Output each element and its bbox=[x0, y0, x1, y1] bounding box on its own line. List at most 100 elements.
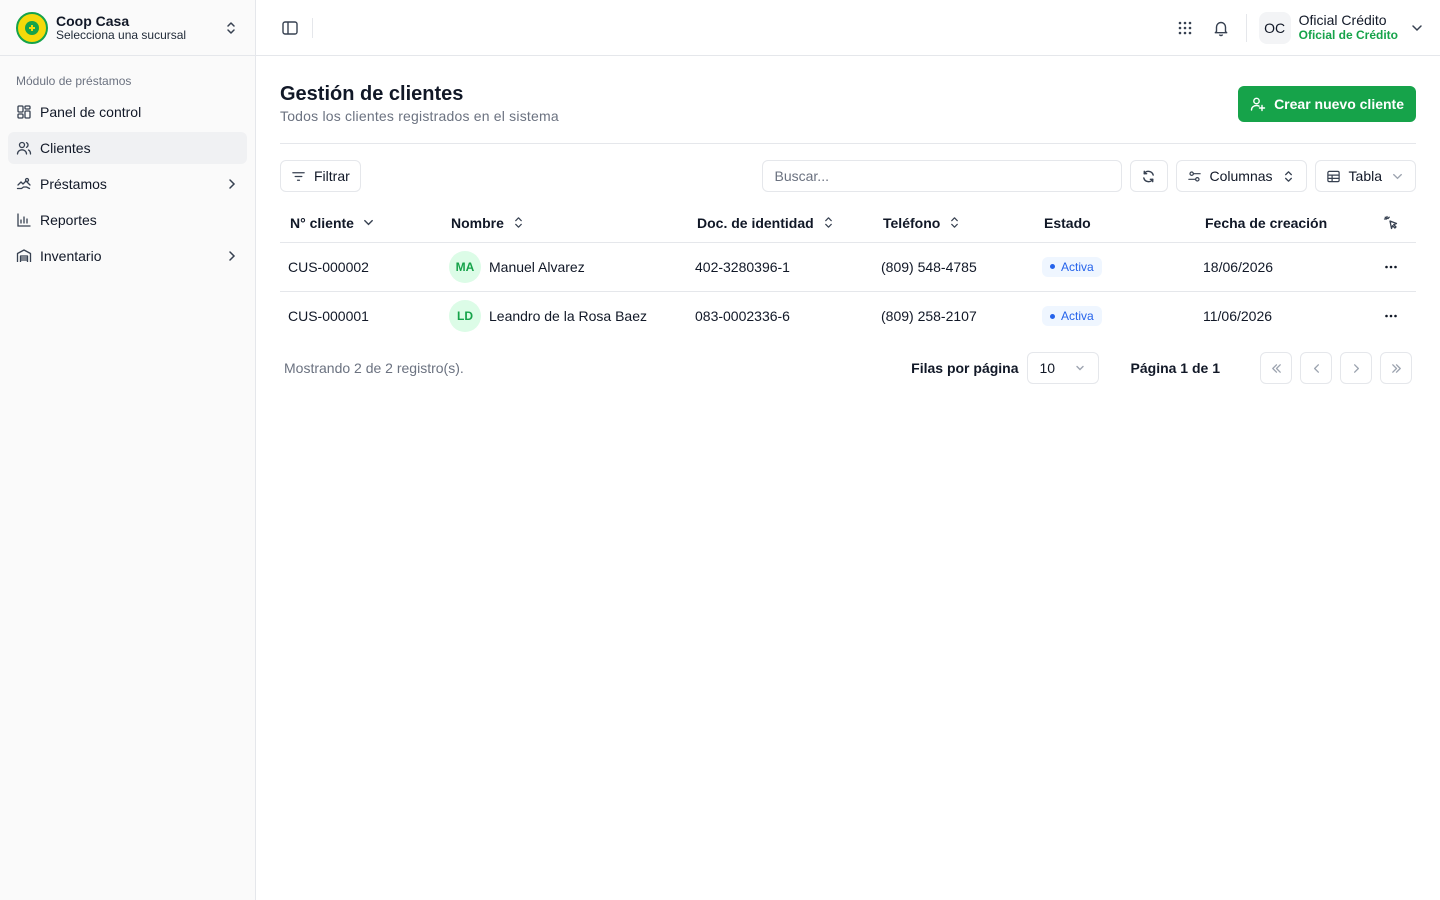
page-header: Gestión de clientes Todos los clientes r… bbox=[280, 56, 1416, 144]
columns-button[interactable]: Columnas bbox=[1175, 160, 1307, 192]
sidebar-toggle-icon[interactable] bbox=[280, 18, 300, 38]
first-page-button[interactable] bbox=[1260, 352, 1292, 384]
previous-page-button[interactable] bbox=[1300, 352, 1332, 384]
created-date-cell: 11/06/2026 bbox=[1203, 307, 1273, 324]
id-document-cell: 402-3280396-1 bbox=[687, 242, 873, 292]
actions-cell bbox=[1366, 242, 1416, 292]
sidebar-item-reportes[interactable]: Reportes bbox=[8, 204, 247, 236]
column-header-phone[interactable]: Teléfono bbox=[873, 204, 1034, 243]
user-menu[interactable]: OC Oficial Crédito Oficial de Crédito bbox=[1258, 11, 1424, 44]
chevron-down-icon bbox=[1412, 24, 1422, 31]
column-header-label: Fecha de creación bbox=[1205, 214, 1328, 231]
table-icon bbox=[1326, 170, 1340, 182]
filter-icon bbox=[292, 171, 305, 181]
sidebar-item-clientes[interactable]: Clientes bbox=[8, 132, 247, 164]
chevrons-left-icon bbox=[1271, 363, 1281, 373]
page-indicator: Página 1 de 1 bbox=[1130, 360, 1220, 376]
avatar: MA bbox=[449, 250, 481, 283]
sidebar: Coop Casa Selecciona una sucursal Módulo… bbox=[0, 0, 256, 900]
column-header-name[interactable]: Nombre bbox=[441, 204, 687, 243]
chevron-down-icon bbox=[1075, 365, 1084, 371]
chevrons-right-icon bbox=[1391, 363, 1401, 373]
sort-icon bbox=[515, 217, 522, 228]
column-header-label: N° cliente bbox=[290, 214, 354, 231]
column-header-id-document[interactable]: Doc. de identidad bbox=[687, 204, 873, 243]
create-client-button[interactable]: Crear nuevo cliente bbox=[1238, 86, 1416, 122]
sidebar-item-inventario[interactable]: Inventario bbox=[8, 240, 247, 272]
pagination: Mostrando 2 de 2 registro(s). Filas por … bbox=[280, 352, 1416, 384]
table-row[interactable]: CUS-000002 MA Manuel Alvarez 402-3280396… bbox=[280, 242, 1416, 292]
users-icon bbox=[16, 141, 32, 155]
chevron-left-icon bbox=[1313, 363, 1319, 373]
id-document-cell: 083-0002336-6 bbox=[695, 307, 790, 324]
coop-logo-icon bbox=[16, 11, 48, 44]
settings-sliders-icon bbox=[1187, 170, 1201, 182]
column-header-client-id[interactable]: N° cliente bbox=[280, 204, 441, 243]
sort-desc-icon bbox=[364, 220, 373, 226]
sidebar-item-label: Reportes bbox=[40, 212, 97, 228]
view-mode-label: Tabla bbox=[1348, 168, 1382, 184]
top-header: OC Oficial Crédito Oficial de Crédito bbox=[256, 0, 1440, 56]
filter-button[interactable]: Filtrar bbox=[280, 160, 361, 192]
rows-per-page-select[interactable]: 10 bbox=[1026, 352, 1099, 384]
clients-table: N° cliente Nombre Doc. de identidad Telé… bbox=[280, 204, 1416, 340]
pointer-click-icon bbox=[1383, 215, 1398, 229]
status-badge: Activa bbox=[1042, 256, 1102, 277]
column-header-actions[interactable] bbox=[1366, 204, 1416, 243]
column-header-status: Estado bbox=[1034, 204, 1195, 243]
status-dot-icon bbox=[1050, 313, 1055, 319]
chevron-down-icon bbox=[1393, 173, 1402, 179]
warehouse-icon bbox=[16, 249, 32, 262]
apps-grid-icon[interactable] bbox=[1176, 19, 1194, 37]
sidebar-item-label: Préstamos bbox=[40, 176, 107, 192]
sidebar-item-label: Inventario bbox=[40, 248, 102, 264]
client-id-cell: CUS-000002 bbox=[280, 242, 441, 292]
sort-icon bbox=[824, 217, 832, 228]
rows-per-page-label: Filas por página bbox=[911, 360, 1019, 376]
brand-name: Coop Casa bbox=[56, 12, 130, 29]
records-info: Mostrando 2 de 2 registro(s). bbox=[284, 360, 464, 376]
chevrons-up-down-icon[interactable] bbox=[223, 20, 239, 36]
search-input[interactable] bbox=[761, 160, 1122, 192]
sidebar-item-label: Panel de control bbox=[40, 104, 142, 120]
page-title: Gestión de clientes bbox=[280, 83, 464, 105]
name-cell: MA Manuel Alvarez bbox=[441, 242, 687, 292]
next-page-button[interactable] bbox=[1340, 352, 1372, 384]
sort-icon bbox=[951, 217, 959, 228]
page-subtitle: Todos los clientes registrados en el sis… bbox=[280, 108, 559, 124]
user-name: Oficial Crédito bbox=[1298, 12, 1387, 29]
main-content: Gestión de clientes Todos los clientes r… bbox=[280, 56, 1416, 384]
more-horizontal-icon[interactable] bbox=[1383, 259, 1399, 275]
column-header-label: Teléfono bbox=[883, 214, 941, 231]
refresh-button[interactable] bbox=[1129, 160, 1168, 192]
last-page-button[interactable] bbox=[1380, 352, 1412, 384]
more-horizontal-icon[interactable] bbox=[1383, 308, 1399, 324]
filter-label: Filtrar bbox=[314, 168, 350, 184]
status-cell: Activa bbox=[1034, 291, 1195, 340]
nav-group-label: Módulo de préstamos bbox=[16, 74, 132, 88]
avatar: OC bbox=[1258, 11, 1291, 44]
user-plus-icon bbox=[1250, 97, 1266, 112]
table-header-row: N° cliente Nombre Doc. de identidad Telé… bbox=[280, 204, 1416, 243]
sidebar-item-panel-de-control[interactable]: Panel de control bbox=[8, 96, 247, 128]
columns-label: Columnas bbox=[1209, 168, 1273, 184]
column-header-created: Fecha de creación bbox=[1195, 204, 1366, 243]
loan-icon bbox=[16, 177, 31, 190]
sidebar-item-label: Clientes bbox=[40, 140, 91, 156]
sidebar-item-prestamos[interactable]: Préstamos bbox=[8, 168, 247, 200]
name-cell: LD Leandro de la Rosa Baez bbox=[441, 291, 687, 340]
bell-icon[interactable] bbox=[1212, 19, 1230, 37]
table-row[interactable]: CUS-000001 LD Leandro de la Rosa Baez 08… bbox=[280, 291, 1416, 340]
column-header-label: Nombre bbox=[451, 214, 504, 231]
header-divider bbox=[312, 17, 313, 38]
client-id-cell: CUS-000001 bbox=[288, 307, 369, 324]
status-dot-icon bbox=[1050, 264, 1055, 270]
rows-per-page-value: 10 bbox=[1039, 360, 1056, 376]
dashboard-icon bbox=[17, 105, 31, 119]
status-label: Activa bbox=[1061, 259, 1094, 274]
view-mode-select[interactable]: Tabla bbox=[1314, 160, 1416, 192]
status-cell: Activa bbox=[1034, 242, 1195, 292]
refresh-icon bbox=[1143, 170, 1154, 182]
branch-switcher[interactable]: Coop Casa Selecciona una sucursal bbox=[0, 0, 255, 56]
phone-cell: (809) 258-2107 bbox=[881, 307, 977, 324]
